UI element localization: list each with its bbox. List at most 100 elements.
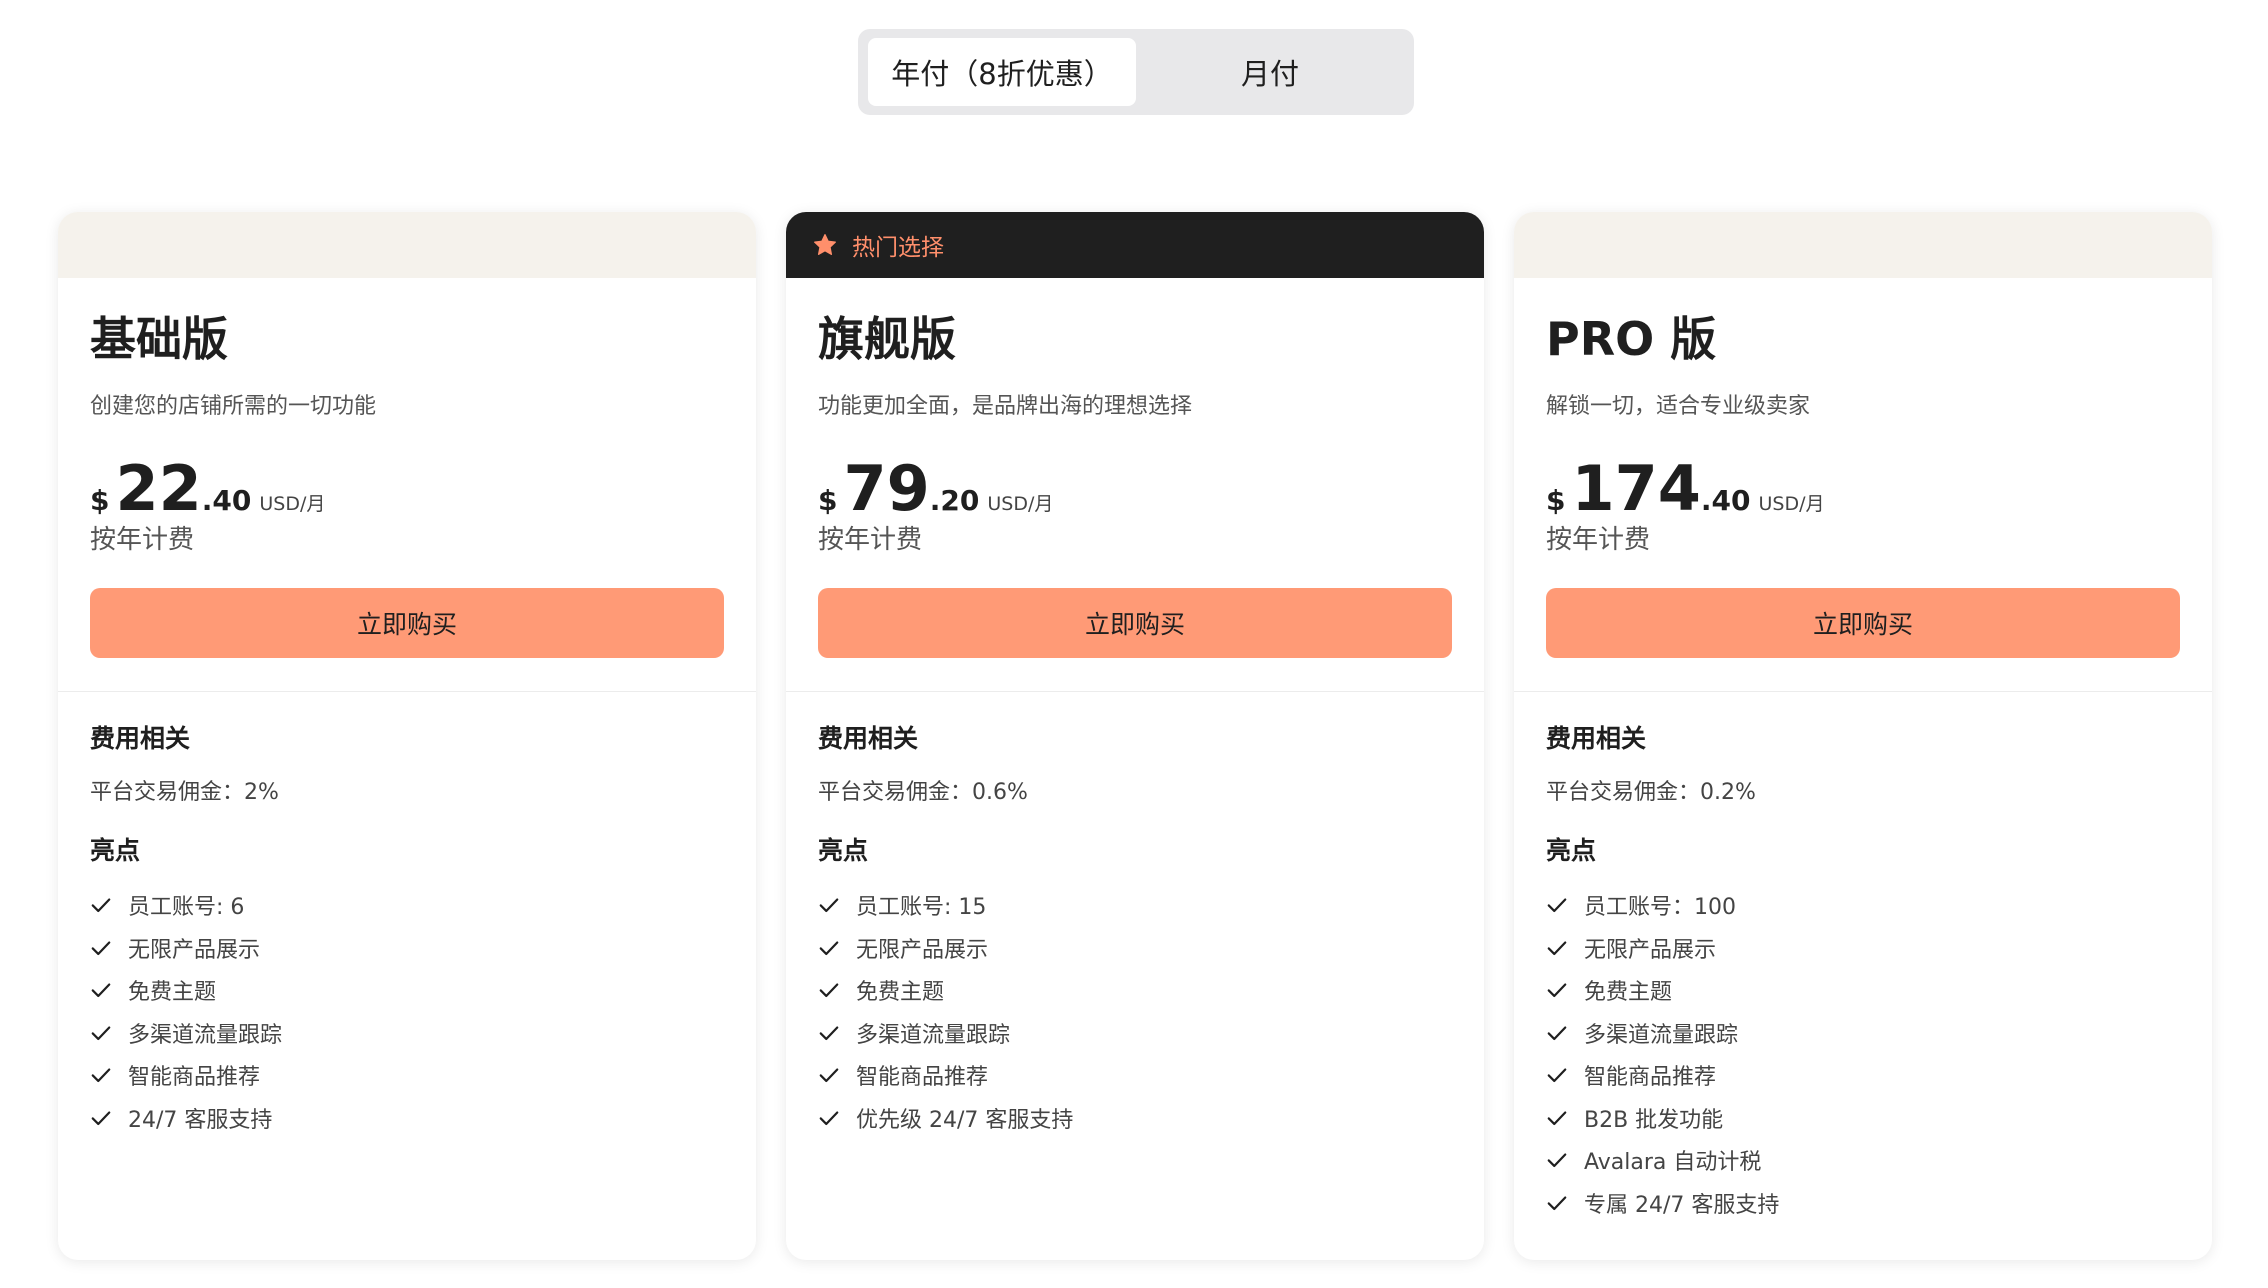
- star-icon: [814, 234, 836, 255]
- feature-item: 员工账号: 15: [818, 884, 1452, 927]
- billing-note: 按年计费: [818, 525, 923, 555]
- plan-description: 解锁一切，适合专业级卖家: [1546, 394, 1811, 419]
- feature-item: 员工账号: 6: [90, 884, 724, 927]
- check-icon: [91, 898, 111, 913]
- feature-item: 无限产品展示: [818, 927, 1452, 970]
- feature-item: 优先级 24/7 客服支持: [818, 1097, 1452, 1140]
- check-icon: [819, 1026, 839, 1040]
- feature-item: 免费主题: [1546, 969, 2180, 1012]
- feature-item: B2B 批发功能: [1546, 1097, 2180, 1140]
- feature-label: 智能商品推荐: [128, 1065, 261, 1091]
- feature-item: 专属 24/7 客服支持: [1546, 1182, 2180, 1225]
- feature-list: 员工账号：100 无限产品展示 免费主题 多渠道流量跟踪 智能商品推荐 B2B …: [1546, 884, 2180, 1224]
- price: $ 174 .40 USD/月: [1546, 458, 2180, 520]
- check-icon: [819, 898, 839, 913]
- feature-item: Avalara 自动计税: [1546, 1139, 2180, 1182]
- feature-label: 智能商品推荐: [856, 1065, 989, 1091]
- feature-label: 员工账号: 15: [856, 895, 987, 921]
- plan-name: 旗舰版: [818, 312, 956, 366]
- feature-label: 多渠道流量跟踪: [856, 1022, 1011, 1048]
- feature-item: 智能商品推荐: [1546, 1054, 2180, 1097]
- feature-item: 多渠道流量跟踪: [90, 1012, 724, 1055]
- highlights-title: 亮点: [818, 836, 869, 865]
- price-decimal: .40: [201, 484, 252, 517]
- feature-list: 员工账号: 15 无限产品展示 免费主题 多渠道流量跟踪 智能商品推荐 优先级 …: [818, 884, 1452, 1139]
- feature-label: 专属 24/7 客服支持: [1584, 1192, 1780, 1218]
- card-top-band: [1514, 212, 2212, 278]
- price-decimal: .40: [1700, 484, 1751, 517]
- plan-card-flagship: 热门选择 旗舰版 功能更加全面，是品牌出海的理想选择 $ 79 .20 USD/…: [786, 212, 1484, 1260]
- feature-item: 多渠道流量跟踪: [1546, 1012, 2180, 1055]
- check-icon: [1547, 1153, 1567, 1168]
- feature-item: 多渠道流量跟踪: [818, 1012, 1452, 1055]
- feature-label: 优先级 24/7 客服支持: [856, 1107, 1074, 1133]
- highlights-title: 亮点: [1546, 836, 1597, 865]
- plan-name: PRO 版: [1546, 312, 1717, 366]
- feature-label: 24/7 客服支持: [128, 1107, 273, 1133]
- feature-item: 智能商品推荐: [90, 1054, 724, 1097]
- check-icon: [819, 1111, 839, 1125]
- plan-description: 功能更加全面，是品牌出海的理想选择: [818, 394, 1193, 419]
- feature-label: 免费主题: [856, 980, 945, 1006]
- check-icon: [91, 983, 111, 998]
- check-icon: [91, 1026, 111, 1040]
- feature-item: 员工账号：100: [1546, 884, 2180, 927]
- price-currency: $: [1546, 484, 1566, 517]
- feature-list: 员工账号: 6 无限产品展示 免费主题 多渠道流量跟踪 智能商品推荐 24/7 …: [90, 884, 724, 1139]
- price: $ 79 .20 USD/月: [818, 458, 1452, 520]
- feature-item: 无限产品展示: [90, 927, 724, 970]
- check-icon: [1547, 1196, 1567, 1210]
- feature-item: 智能商品推荐: [818, 1054, 1452, 1097]
- highlights-title: 亮点: [90, 836, 141, 865]
- plan-card-pro: PRO 版 解锁一切，适合专业级卖家 $ 174 .40 USD/月 按年计费 …: [1514, 212, 2212, 1260]
- feature-label: 免费主题: [128, 980, 217, 1006]
- feature-item: 免费主题: [90, 969, 724, 1012]
- commission-text: 平台交易佣金：2%: [90, 780, 279, 805]
- feature-label: B2B 批发功能: [1584, 1107, 1724, 1133]
- check-icon: [91, 1068, 111, 1083]
- divider: [786, 691, 1484, 692]
- price-unit: USD/月: [987, 493, 1054, 515]
- feature-label: 无限产品展示: [128, 937, 261, 963]
- buy-now-button[interactable]: 立即购买: [1546, 588, 2180, 658]
- feature-label: 多渠道流量跟踪: [128, 1022, 283, 1048]
- price: $ 22 .40 USD/月: [90, 458, 724, 520]
- toggle-annual[interactable]: 年付（8折优惠）: [868, 38, 1136, 106]
- price-integer: 22: [115, 452, 202, 525]
- check-icon: [1547, 1026, 1567, 1040]
- fees-title: 费用相关: [818, 724, 919, 753]
- price-integer: 174: [1571, 452, 1701, 525]
- feature-item: 24/7 客服支持: [90, 1097, 724, 1140]
- billing-note: 按年计费: [90, 525, 195, 555]
- billing-toggle: 年付（8折优惠） 月付: [858, 29, 1414, 115]
- check-icon: [1547, 898, 1567, 913]
- check-icon: [1547, 1111, 1567, 1125]
- plan-description: 创建您的店铺所需的一切功能: [90, 394, 377, 419]
- feature-label: 员工账号：100: [1584, 895, 1736, 921]
- feature-label: 无限产品展示: [856, 937, 989, 963]
- fees-title: 费用相关: [90, 724, 191, 753]
- divider: [1514, 691, 2212, 692]
- check-icon: [1547, 983, 1567, 998]
- card-top-band: [58, 212, 756, 278]
- price-currency: $: [90, 484, 110, 517]
- feature-label: 智能商品推荐: [1584, 1065, 1717, 1091]
- popular-label: 热门选择: [852, 235, 944, 261]
- plan-name: 基础版: [90, 312, 228, 366]
- price-currency: $: [818, 484, 838, 517]
- check-icon: [91, 941, 111, 955]
- commission-text: 平台交易佣金：0.2%: [1546, 780, 1756, 805]
- commission-text: 平台交易佣金：0.6%: [818, 780, 1028, 805]
- price-unit: USD/月: [1758, 493, 1825, 515]
- buy-now-button[interactable]: 立即购买: [818, 588, 1452, 658]
- billing-note: 按年计费: [1546, 525, 1651, 555]
- check-icon: [819, 1068, 839, 1083]
- buy-now-button[interactable]: 立即购买: [90, 588, 724, 658]
- toggle-monthly[interactable]: 月付: [1136, 38, 1404, 106]
- check-icon: [1547, 1068, 1567, 1083]
- feature-label: 无限产品展示: [1584, 937, 1717, 963]
- check-icon: [91, 1111, 111, 1125]
- divider: [58, 691, 756, 692]
- plan-card-basic: 基础版 创建您的店铺所需的一切功能 $ 22 .40 USD/月 按年计费 立即…: [58, 212, 756, 1260]
- price-integer: 79: [843, 452, 930, 525]
